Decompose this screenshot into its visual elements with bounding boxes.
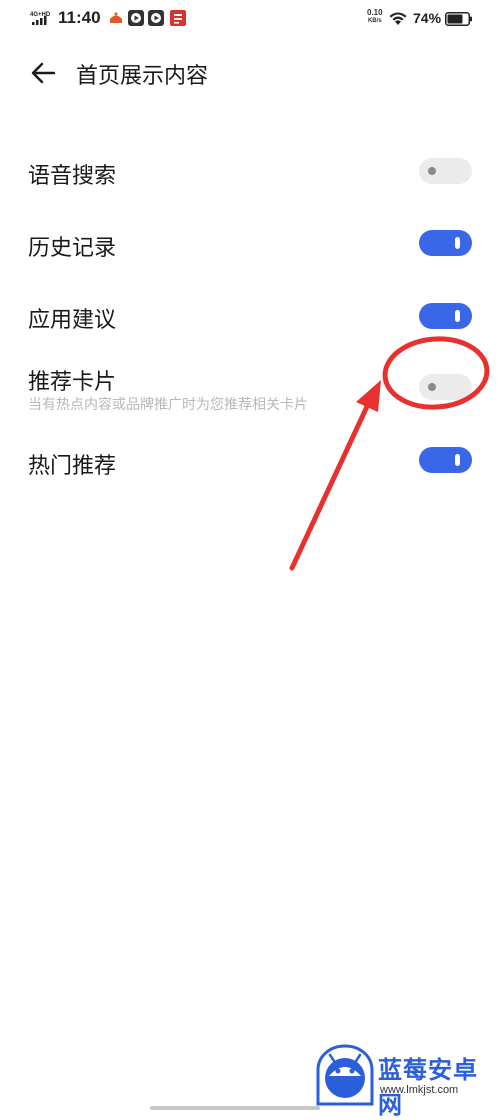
setting-label-trending: 热门推荐	[28, 454, 117, 479]
news-app-icon	[170, 10, 186, 26]
toggle-knob	[455, 237, 460, 249]
back-arrow-icon[interactable]	[28, 58, 60, 88]
setting-label-history: 历史记录	[28, 236, 117, 261]
toggle-knob	[455, 310, 460, 322]
cellular-signal-icon: 4G+HD	[30, 12, 51, 25]
watermark: 蓝莓安卓网 www.lmkjst.com	[314, 1042, 500, 1119]
network-speed-unit: KB/s	[367, 18, 382, 24]
network-type-label: 4G+HD	[30, 12, 51, 18]
page-header: 首页展示内容	[0, 48, 500, 98]
setting-row-app-suggestions: 应用建议	[0, 294, 500, 344]
toggle-knob	[428, 383, 436, 391]
network-speed: 0.10 KB/s	[367, 9, 383, 25]
status-bar: 4G+HD 11:40 0.10 KB/s 74%	[0, 0, 500, 38]
toggle-knob	[428, 167, 436, 175]
android-robot-icon	[316, 1044, 374, 1106]
setting-row-trending: 热门推荐	[0, 440, 500, 490]
app-suggestions-toggle[interactable]	[419, 303, 472, 329]
setting-description-recommended-cards: 当有热点内容或品牌推广时为您推荐相关卡片	[28, 397, 308, 413]
battery-icon	[445, 12, 472, 26]
video-app-icon-2	[148, 10, 164, 26]
setting-row-voice-search: 语音搜索	[0, 150, 500, 200]
toggle-knob	[455, 454, 460, 466]
voice-search-toggle[interactable]	[419, 158, 472, 184]
network-speed-value: 0.10	[367, 8, 383, 17]
setting-label-app-suggestions: 应用建议	[28, 308, 117, 333]
setting-row-history: 历史记录	[0, 222, 500, 272]
video-app-icon	[128, 10, 144, 26]
trending-toggle[interactable]	[419, 447, 472, 473]
status-time: 11:40	[58, 8, 101, 27]
page-title: 首页展示内容	[76, 64, 209, 89]
history-toggle[interactable]	[419, 230, 472, 256]
setting-row-recommended-cards: 推荐卡片 当有热点内容或品牌推广时为您推荐相关卡片	[0, 356, 500, 422]
setting-label-voice-search: 语音搜索	[28, 164, 117, 189]
setting-label-recommended-cards: 推荐卡片	[28, 370, 117, 395]
recommended-cards-toggle[interactable]	[419, 374, 472, 400]
game-app-icon	[110, 12, 122, 23]
wifi-icon	[389, 12, 407, 25]
home-indicator[interactable]	[150, 1106, 320, 1110]
watermark-url: www.lmkjst.com	[380, 1084, 459, 1096]
battery-percentage: 74%	[413, 10, 442, 26]
